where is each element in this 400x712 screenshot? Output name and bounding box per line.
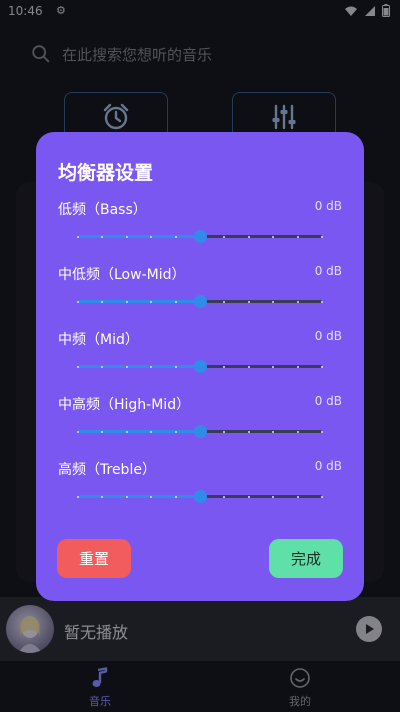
band-low-mid: 中低频（Low-Mid） 0 dB (36, 264, 364, 324)
band-bass: 低频（Bass） 0 dB (36, 199, 364, 259)
slider-tick (321, 495, 323, 498)
slider-tick (321, 365, 323, 368)
slider-tick (321, 300, 323, 303)
band-value: 0 dB (314, 264, 342, 278)
slider-tick (247, 365, 250, 368)
slider-tick (77, 430, 79, 433)
slider-fill (78, 495, 200, 498)
slider-tick (150, 430, 153, 433)
slider-fill (78, 365, 200, 368)
slider-fill (78, 300, 200, 303)
slider-tick (321, 235, 323, 238)
slider-tick (150, 235, 153, 238)
slider-thumb[interactable] (193, 490, 207, 503)
slider-tick (247, 235, 250, 238)
slider-tick (272, 430, 275, 433)
slider-tick (296, 235, 299, 238)
band-label: 中低频（Low-Mid） (58, 267, 186, 283)
slider-tick (296, 365, 299, 368)
slider-tick (174, 430, 177, 433)
slider-tick (272, 300, 275, 303)
reset-button[interactable]: 重置 (57, 539, 131, 578)
band-label: 高频（Treble） (58, 462, 156, 478)
band-label: 中高频（High-Mid） (58, 397, 191, 413)
slider-tick (150, 365, 153, 368)
slider-tick (174, 235, 177, 238)
low-mid-slider[interactable] (77, 291, 323, 311)
band-label: 低频（Bass） (58, 202, 147, 218)
band-value: 0 dB (314, 394, 342, 408)
slider-tick (77, 235, 79, 238)
slider-tick (247, 430, 250, 433)
slider-tick (77, 300, 79, 303)
slider-thumb[interactable] (193, 425, 207, 438)
slider-tick (125, 495, 128, 498)
band-value: 0 dB (314, 199, 342, 213)
slider-fill (78, 430, 200, 433)
slider-tick (321, 430, 323, 433)
slider-tick (125, 430, 128, 433)
slider-tick (77, 365, 79, 368)
mid-slider[interactable] (77, 356, 323, 376)
band-value: 0 dB (314, 329, 342, 343)
dialog-title: 均衡器设置 (58, 162, 154, 184)
slider-tick (174, 365, 177, 368)
slider-tick (125, 235, 128, 238)
slider-tick (272, 495, 275, 498)
slider-tick (174, 300, 177, 303)
slider-tick (77, 495, 79, 498)
slider-tick (247, 300, 250, 303)
equalizer-dialog: 均衡器设置 低频（Bass） 0 dB 中低频（Low-Mid） 0 dB 中频… (36, 132, 364, 601)
band-label: 中频（Mid） (58, 332, 139, 348)
slider-thumb[interactable] (193, 295, 207, 308)
band-high-mid: 中高频（High-Mid） 0 dB (36, 394, 364, 454)
bass-slider[interactable] (77, 226, 323, 246)
high-mid-slider[interactable] (77, 421, 323, 441)
band-value: 0 dB (314, 459, 342, 473)
slider-thumb[interactable] (193, 360, 207, 373)
slider-fill (78, 235, 200, 238)
slider-tick (296, 430, 299, 433)
slider-tick (247, 495, 250, 498)
band-mid: 中频（Mid） 0 dB (36, 329, 364, 389)
slider-thumb[interactable] (193, 230, 207, 243)
done-button[interactable]: 完成 (269, 539, 343, 578)
slider-tick (174, 495, 177, 498)
slider-tick (296, 495, 299, 498)
slider-tick (150, 300, 153, 303)
slider-tick (125, 365, 128, 368)
slider-tick (296, 300, 299, 303)
slider-tick (272, 365, 275, 368)
band-treble: 高频（Treble） 0 dB (36, 459, 364, 519)
slider-tick (272, 235, 275, 238)
slider-tick (150, 495, 153, 498)
treble-slider[interactable] (77, 486, 323, 506)
slider-tick (125, 300, 128, 303)
